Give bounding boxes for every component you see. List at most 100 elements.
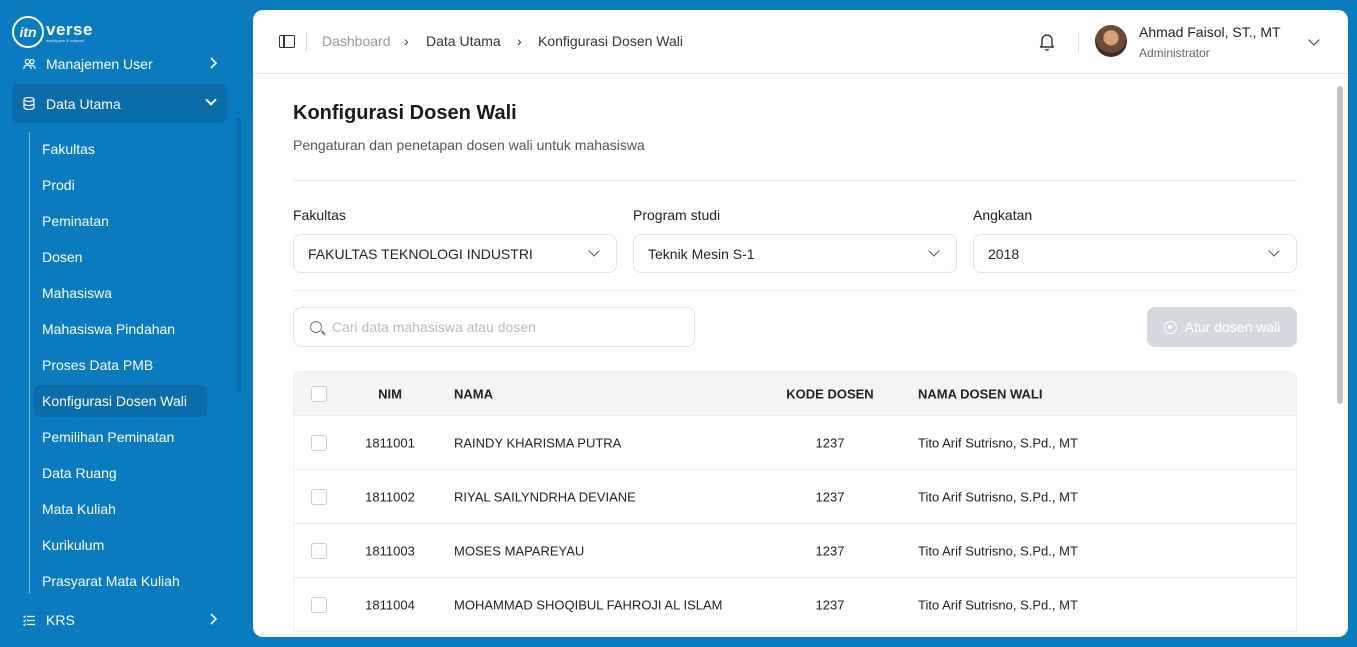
list-icon [22, 614, 36, 626]
table-row[interactable]: 1811004 MOHAMMAD SHOQIBUL FAHROJI AL ISL… [294, 577, 1296, 631]
cell-nama: RAINDY KHARISMA PUTRA [454, 435, 622, 450]
cell-kode-dosen: 1237 [815, 489, 845, 504]
search-input[interactable] [332, 317, 682, 337]
sidebar-item-label: Data Utama [46, 95, 121, 112]
avatar[interactable] [1095, 25, 1127, 57]
table-row[interactable]: 1811003 MOSES MAPAREYAU 1237 Tito Arif S… [294, 523, 1296, 577]
row-checkbox[interactable] [311, 488, 327, 505]
sidebar-item-prodi[interactable]: Prodi [34, 169, 207, 201]
sidebar-item-peminatan[interactable]: Peminatan [34, 205, 207, 237]
sidebar-item-dosen[interactable]: Dosen [34, 241, 207, 273]
gear-icon [1163, 320, 1177, 334]
cell-nim: 1811002 [365, 489, 415, 504]
cell-kode-dosen: 1237 [815, 435, 845, 450]
table-header: NIM NAMA KODE DOSEN NAMA DOSEN WALI [294, 372, 1296, 415]
column-header-nama[interactable]: NAMA [454, 386, 493, 401]
row-checkbox[interactable] [311, 434, 327, 451]
divider [293, 290, 1297, 291]
chevron-down-icon [1268, 245, 1280, 257]
angkatan-select[interactable]: 2018 [973, 234, 1297, 273]
cell-nama-dosen-wali: Tito Arif Sutrisno, S.Pd., MT [918, 543, 1078, 558]
bell-icon[interactable] [1038, 32, 1056, 52]
sidebar: itn verse workspace & network Manajemen … [0, 0, 253, 647]
sidebar-item-label: KRS [46, 612, 75, 628]
sidebar-item-data-utama[interactable]: Data Utama [12, 84, 227, 123]
main-panel: Dashboard › Data Utama › Konfigurasi Dos… [253, 10, 1348, 637]
sidebar-item-data-ruang[interactable]: Data Ruang [34, 457, 207, 489]
page-subtitle: Pengaturan dan penetapan dosen wali untu… [293, 137, 645, 153]
column-header-kode-dosen[interactable]: KODE DOSEN [780, 386, 880, 401]
submenu-line [29, 132, 30, 594]
cell-nama: MOSES MAPAREYAU [454, 543, 585, 558]
cell-nama-dosen-wali: Tito Arif Sutrisno, S.Pd., MT [918, 597, 1078, 612]
cell-nama-dosen-wali: Tito Arif Sutrisno, S.Pd., MT [918, 489, 1078, 504]
sidebar-item-kurikulum[interactable]: Kurikulum [34, 529, 207, 561]
sidebar-item-konfigurasi-dosen-wali[interactable]: Konfigurasi Dosen Wali [34, 385, 207, 417]
breadcrumb-separator: › [404, 33, 409, 49]
fakultas-select[interactable]: FAKULTAS TEKNOLOGI INDUSTRI [293, 234, 617, 273]
user-name[interactable]: Ahmad Faisol, ST., MT [1139, 24, 1281, 40]
breadcrumb-current: Konfigurasi Dosen Wali [538, 33, 683, 49]
logo-mark: itn [12, 16, 44, 48]
chevron-down-icon[interactable] [1308, 34, 1320, 46]
atur-dosen-wali-label: Atur dosen wali [1184, 319, 1281, 335]
sidebar-item-pemilihan-peminatan[interactable]: Pemilihan Peminatan [34, 421, 207, 453]
divider [293, 180, 1297, 181]
breadcrumb-data-utama[interactable]: Data Utama [426, 32, 501, 50]
user-role: Administrator [1139, 46, 1210, 60]
sidebar-item-krs[interactable]: KRS [12, 604, 227, 636]
angkatan-value: 2018 [988, 245, 1020, 262]
sidebar-item-mahasiswa[interactable]: Mahasiswa [34, 277, 207, 309]
divider [306, 32, 307, 52]
fakultas-value: FAKULTAS TEKNOLOGI INDUSTRI [308, 245, 533, 262]
cell-nim: 1811001 [365, 435, 415, 450]
sidebar-item-label: Manajemen User [46, 56, 153, 72]
cell-nama: RIYAL SAILYNDRHA DEVIANE [454, 489, 636, 504]
chevron-down-icon [588, 245, 600, 257]
fakultas-label: Fakultas [293, 207, 346, 223]
chevron-down-icon [928, 245, 940, 257]
logo-sub: workspace & network [46, 37, 85, 43]
chevron-right-icon [209, 612, 218, 628]
database-icon [22, 97, 36, 110]
prodi-select[interactable]: Teknik Mesin S-1 [633, 234, 957, 273]
sidebar-item-proses-data-pmb[interactable]: Proses Data PMB [34, 349, 207, 381]
select-all-checkbox[interactable] [311, 385, 327, 402]
sidebar-toggle-icon[interactable] [279, 35, 295, 48]
column-header-nim[interactable]: NIM [360, 386, 420, 401]
logo-word: verse [46, 19, 93, 39]
search-box [293, 307, 695, 347]
sidebar-scrollbar[interactable] [237, 118, 241, 393]
angkatan-label: Angkatan [973, 207, 1033, 223]
breadcrumb-dashboard[interactable]: Dashboard [322, 32, 391, 50]
sidebar-item-mahasiswa-pindahan[interactable]: Mahasiswa Pindahan [34, 313, 207, 345]
row-checkbox[interactable] [311, 596, 327, 613]
cell-kode-dosen: 1237 [815, 597, 845, 612]
cell-nim: 1811003 [365, 543, 415, 558]
sidebar-item-fakultas[interactable]: Fakultas [34, 133, 207, 165]
divider [1078, 32, 1079, 52]
main-scrollbar[interactable] [1337, 86, 1343, 404]
cell-nama-dosen-wali: Tito Arif Sutrisno, S.Pd., MT [918, 435, 1078, 450]
logo[interactable]: itn verse workspace & network [12, 16, 93, 48]
page-title: Konfigurasi Dosen Wali [293, 102, 517, 124]
row-checkbox[interactable] [311, 542, 327, 559]
sidebar-item-manajemen-user[interactable]: Manajemen User [12, 48, 227, 80]
users-icon [22, 58, 36, 70]
cell-nama: MOHAMMAD SHOQIBUL FAHROJI AL ISLAM [454, 597, 723, 612]
cell-nim: 1811004 [365, 597, 415, 612]
prodi-label: Program studi [633, 207, 721, 223]
table-row[interactable]: 1811001 RAINDY KHARISMA PUTRA 1237 Tito … [294, 415, 1296, 469]
prodi-value: Teknik Mesin S-1 [648, 245, 755, 262]
cell-kode-dosen: 1237 [815, 543, 845, 558]
column-header-nama-dosen-wali[interactable]: NAMA DOSEN WALI [918, 386, 1042, 401]
topbar: Dashboard › Data Utama › Konfigurasi Dos… [253, 10, 1348, 74]
sidebar-item-prasyarat-mata-kuliah[interactable]: Prasyarat Mata Kuliah [34, 565, 207, 597]
table-row[interactable]: 1811002 RIYAL SAILYNDRHA DEVIANE 1237 Ti… [294, 469, 1296, 523]
search-icon [310, 321, 322, 333]
breadcrumb-separator: › [517, 33, 522, 49]
atur-dosen-wali-button[interactable]: Atur dosen wali [1147, 307, 1297, 347]
logo-text: verse workspace & network [46, 19, 93, 43]
mahasiswa-table: NIM NAMA KODE DOSEN NAMA DOSEN WALI 1811… [293, 371, 1297, 632]
sidebar-item-mata-kuliah[interactable]: Mata Kuliah [34, 493, 207, 525]
